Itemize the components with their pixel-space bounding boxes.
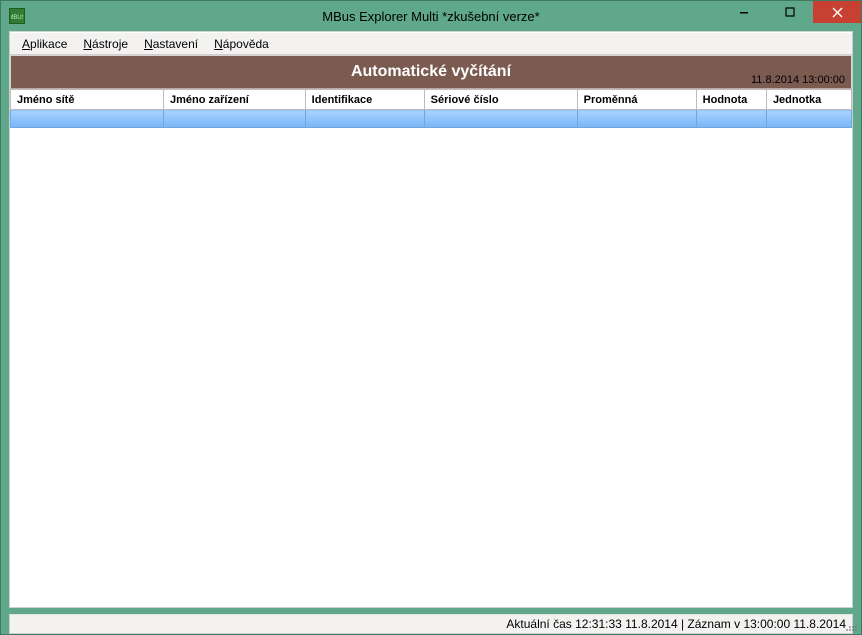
cell[interactable] bbox=[577, 110, 696, 128]
table-area: Jméno sítě Jméno zařízení Identifikace S… bbox=[10, 89, 852, 607]
col-seriove-cislo[interactable]: Sériové číslo bbox=[424, 90, 577, 110]
svg-text:MBUS: MBUS bbox=[11, 15, 23, 21]
maximize-button[interactable] bbox=[767, 1, 813, 23]
menubar: Aplikace Nástroje Nastavení Nápověda bbox=[10, 32, 852, 54]
statusbar: Aktuální čas 12:31:33 11.8.2014 | Záznam… bbox=[9, 614, 853, 634]
col-jmeno-zarizeni[interactable]: Jméno zařízení bbox=[164, 90, 306, 110]
app-window: MBUS MBus Explorer Multi *zkušební verze… bbox=[0, 0, 862, 635]
menu-napoveda[interactable]: Nápověda bbox=[206, 35, 277, 53]
menu-nastroje[interactable]: Nástroje bbox=[75, 35, 136, 53]
content-area: Automatické vyčítání 11.8.2014 13:00:00 … bbox=[9, 55, 853, 608]
menu-aplikace[interactable]: Aplikace bbox=[14, 35, 75, 53]
table-row[interactable] bbox=[11, 110, 852, 128]
col-jednotka[interactable]: Jednotka bbox=[766, 90, 851, 110]
cell[interactable] bbox=[424, 110, 577, 128]
data-grid[interactable]: Jméno sítě Jméno zařízení Identifikace S… bbox=[10, 89, 852, 128]
banner-title: Automatické vyčítání bbox=[351, 63, 511, 81]
cell[interactable] bbox=[164, 110, 306, 128]
col-hodnota[interactable]: Hodnota bbox=[696, 90, 766, 110]
cell[interactable] bbox=[305, 110, 424, 128]
close-button[interactable] bbox=[813, 1, 861, 23]
banner: Automatické vyčítání 11.8.2014 13:00:00 bbox=[10, 55, 852, 89]
window-controls bbox=[721, 1, 861, 23]
minimize-button[interactable] bbox=[721, 1, 767, 23]
resize-grip[interactable] bbox=[845, 624, 859, 632]
cell[interactable] bbox=[766, 110, 851, 128]
app-icon: MBUS bbox=[9, 8, 25, 24]
table-header-row: Jméno sítě Jméno zařízení Identifikace S… bbox=[11, 90, 852, 110]
col-identifikace[interactable]: Identifikace bbox=[305, 90, 424, 110]
menu-nastaveni[interactable]: Nastavení bbox=[136, 35, 206, 53]
cell[interactable] bbox=[11, 110, 164, 128]
cell[interactable] bbox=[696, 110, 766, 128]
menubar-container: Aplikace Nástroje Nastavení Nápověda bbox=[9, 31, 853, 55]
titlebar: MBUS MBus Explorer Multi *zkušební verze… bbox=[1, 1, 861, 31]
col-promenna[interactable]: Proměnná bbox=[577, 90, 696, 110]
banner-timestamp: 11.8.2014 13:00:00 bbox=[751, 74, 845, 86]
status-text: Aktuální čas 12:31:33 11.8.2014 | Záznam… bbox=[506, 617, 846, 631]
col-jmeno-site[interactable]: Jméno sítě bbox=[11, 90, 164, 110]
